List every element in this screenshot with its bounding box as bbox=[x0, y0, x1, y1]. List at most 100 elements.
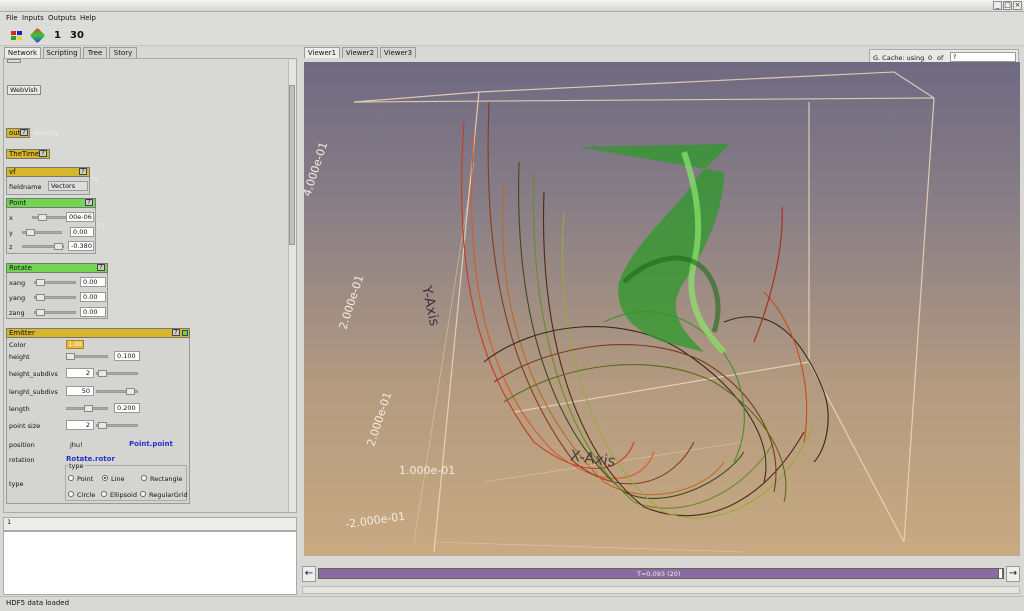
arrow-right-icon[interactable]: → bbox=[1006, 566, 1020, 582]
tab-tree[interactable]: Tree bbox=[83, 47, 107, 58]
height-subdivs-field[interactable]: 2 bbox=[66, 368, 94, 378]
point-z-field[interactable]: -0.380 bbox=[68, 241, 94, 251]
grid-icon[interactable] bbox=[11, 31, 23, 41]
type-radio-line[interactable] bbox=[102, 475, 108, 481]
height-field[interactable]: 0.100 bbox=[114, 351, 140, 361]
rotate-yang-field[interactable]: 0.00 bbox=[80, 292, 106, 302]
slider-knob[interactable] bbox=[54, 243, 63, 250]
console-input[interactable]: 1 bbox=[3, 517, 297, 531]
type-radio-regulargrid[interactable] bbox=[140, 491, 146, 497]
network-scrollbar-thumb[interactable] bbox=[289, 85, 295, 245]
slider-knob[interactable] bbox=[84, 405, 93, 412]
arrow-left-icon[interactable]: ← bbox=[302, 566, 316, 582]
point-y-field[interactable]: 0.00 bbox=[70, 227, 94, 237]
slider-knob[interactable] bbox=[36, 294, 45, 301]
cache-label: G. Cache: using bbox=[873, 54, 925, 62]
slider-knob[interactable] bbox=[38, 214, 47, 221]
vf-suffix: ty bbox=[92, 175, 99, 183]
type-radio-point[interactable] bbox=[68, 475, 74, 481]
help-icon[interactable]: ? bbox=[172, 329, 180, 336]
viewer-hscrollbar[interactable] bbox=[302, 586, 1020, 594]
rotate-xang-label: xang bbox=[9, 279, 26, 287]
point-size-field[interactable]: 2 bbox=[66, 420, 94, 430]
z-tick-label: 4.000e-01 bbox=[304, 140, 330, 197]
type-option-point: Point bbox=[77, 475, 94, 483]
point-x-label: x bbox=[9, 214, 13, 222]
length-field[interactable]: 0.200 bbox=[114, 403, 140, 413]
point-suffix: cy bbox=[98, 221, 106, 229]
out-node-label: out bbox=[9, 129, 21, 137]
lenght-subdivs-field[interactable]: 50 bbox=[66, 386, 94, 396]
type-group-label: type bbox=[68, 462, 85, 470]
viewer-canvas[interactable]: X-Axis Y-Axis 4.000e-01 2.000e-01 2.000e… bbox=[304, 62, 1020, 556]
slider-knob[interactable] bbox=[36, 279, 45, 286]
cube-icon[interactable] bbox=[29, 27, 46, 44]
point-node-header[interactable]: Point bbox=[6, 198, 96, 208]
position-link[interactable]: Point.point bbox=[129, 440, 173, 448]
menu-help[interactable]: Help bbox=[80, 14, 96, 22]
z-tick-label: -2.000e-01 bbox=[345, 510, 406, 531]
status-dot bbox=[182, 330, 188, 336]
type-option-regulargrid: RegularGrid bbox=[149, 491, 188, 499]
toolbar-value-2: 30 bbox=[70, 30, 84, 41]
color-swatch[interactable]: 1.00 bbox=[66, 340, 84, 349]
position-label: position bbox=[9, 441, 35, 449]
slider-knob[interactable] bbox=[66, 353, 75, 360]
tab-viewer3[interactable]: Viewer3 bbox=[380, 47, 416, 58]
tab-scripting[interactable]: Scripting bbox=[43, 47, 81, 58]
slider-knob[interactable] bbox=[98, 422, 107, 429]
point-size-label: point size bbox=[9, 422, 41, 430]
viewer-scene: X-Axis Y-Axis 4.000e-01 2.000e-01 2.000e… bbox=[304, 71, 935, 553]
slider-knob[interactable] bbox=[126, 388, 135, 395]
slider-knob[interactable] bbox=[98, 370, 107, 377]
rotate-xang-field[interactable]: 0.00 bbox=[80, 277, 106, 287]
slider-knob[interactable] bbox=[36, 309, 45, 316]
tab-story[interactable]: Story bbox=[109, 47, 137, 58]
vf-node-header[interactable]: vf bbox=[6, 167, 90, 177]
point-x-field[interactable]: 00e-06 bbox=[66, 212, 94, 222]
webvis-node[interactable]: WebVish bbox=[7, 85, 41, 95]
rotate-zang-field[interactable]: 0.00 bbox=[80, 307, 106, 317]
height-label: height bbox=[9, 353, 30, 361]
help-icon[interactable]: ? bbox=[97, 264, 105, 271]
type-option-ellipsoid: Ellipsoid bbox=[110, 491, 137, 499]
emitter-node-header[interactable]: Emitter bbox=[6, 328, 190, 338]
tab-viewer1[interactable]: Viewer1 bbox=[304, 47, 340, 58]
cache-used: 0 bbox=[928, 54, 933, 62]
vf-node-label: vf bbox=[9, 168, 16, 176]
menu-outputs[interactable]: Outputs bbox=[48, 14, 76, 22]
console-output[interactable] bbox=[3, 531, 297, 595]
cache-field[interactable]: ? bbox=[950, 52, 1016, 62]
time-slider[interactable]: T=0.093 (20) bbox=[318, 568, 1004, 579]
toolbar-value-1: 1 bbox=[54, 30, 61, 41]
z-tick-label: 2.000e-01 bbox=[336, 273, 366, 330]
type-radio-rectangle[interactable] bbox=[141, 475, 147, 481]
type-label: type bbox=[9, 480, 24, 488]
help-icon[interactable]: ? bbox=[20, 129, 28, 136]
time-label: T=0.093 (20) bbox=[637, 570, 681, 578]
color-label: Color bbox=[9, 341, 26, 349]
maximize-button[interactable]: □ bbox=[1003, 1, 1012, 10]
slider-knob[interactable] bbox=[26, 229, 35, 236]
help-icon[interactable]: ? bbox=[85, 199, 93, 206]
time-slider-handle[interactable] bbox=[998, 568, 1003, 579]
out-trailing-label: Velocity bbox=[33, 129, 59, 137]
menu-file[interactable]: File bbox=[6, 14, 18, 22]
menu-inputs[interactable]: Inputs bbox=[22, 14, 44, 22]
help-icon[interactable]: ? bbox=[39, 150, 47, 157]
statusbar: HDF5 data loaded bbox=[0, 596, 1024, 611]
network-pane[interactable]: WebVish out ? Velocity TheTime ? vf ? fi… bbox=[3, 58, 297, 513]
minimize-button[interactable]: _ bbox=[993, 1, 1002, 10]
length-label: length bbox=[9, 405, 30, 413]
lenght-subdivs-label: lenght_subdivs bbox=[9, 388, 58, 396]
node-stub[interactable] bbox=[7, 59, 21, 63]
z-tick-label: 1.000e-01 bbox=[399, 464, 455, 477]
tab-viewer2[interactable]: Viewer2 bbox=[342, 47, 378, 58]
rotate-node-header[interactable]: Rotate bbox=[6, 263, 108, 273]
tab-network[interactable]: Network bbox=[4, 47, 41, 58]
close-button[interactable]: × bbox=[1013, 1, 1022, 10]
fieldname-select[interactable]: Vectors bbox=[48, 181, 88, 191]
help-icon[interactable]: ? bbox=[79, 168, 87, 175]
type-radio-ellipsoid[interactable] bbox=[101, 491, 107, 497]
type-radio-circle[interactable] bbox=[68, 491, 74, 497]
